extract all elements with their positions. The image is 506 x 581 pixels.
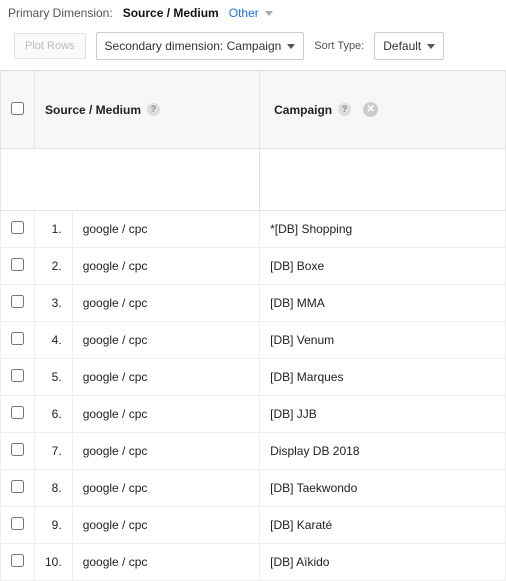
row-source-medium[interactable]: google / cpc	[72, 359, 259, 396]
row-campaign[interactable]: *[DB] Shopping	[260, 211, 506, 248]
primary-dimension-other[interactable]: Other	[229, 6, 273, 20]
row-campaign[interactable]: [DB] Aïkido	[260, 544, 506, 581]
row-checkbox-cell[interactable]	[1, 359, 35, 396]
row-campaign[interactable]: [DB] Karaté	[260, 507, 506, 544]
help-icon[interactable]: ?	[338, 103, 351, 116]
row-number: 2.	[35, 248, 73, 285]
campaign-header-label: Campaign	[274, 103, 332, 117]
table-row: 2.google / cpc[DB] Boxe	[1, 248, 506, 285]
help-icon[interactable]: ?	[147, 103, 160, 116]
summary-row	[1, 149, 506, 211]
row-number: 1.	[35, 211, 73, 248]
sort-type-value: Default	[383, 39, 421, 53]
row-checkbox-cell[interactable]	[1, 211, 35, 248]
table-row: 5.google / cpc[DB] Marques	[1, 359, 506, 396]
row-source-medium[interactable]: google / cpc	[72, 396, 259, 433]
row-checkbox[interactable]	[11, 295, 24, 308]
source-medium-header[interactable]: Source / Medium ?	[35, 71, 260, 149]
row-number: 3.	[35, 285, 73, 322]
row-checkbox-cell[interactable]	[1, 248, 35, 285]
row-campaign[interactable]: [DB] Boxe	[260, 248, 506, 285]
controls-bar: Plot Rows Secondary dimension: Campaign …	[0, 28, 506, 70]
select-all-header[interactable]	[1, 71, 35, 149]
row-source-medium[interactable]: google / cpc	[72, 544, 259, 581]
row-checkbox-cell[interactable]	[1, 322, 35, 359]
row-campaign[interactable]: [DB] JJB	[260, 396, 506, 433]
sort-type-label: Sort Type:	[314, 40, 364, 52]
table-row: 8.google / cpc[DB] Taekwondo	[1, 470, 506, 507]
row-checkbox-cell[interactable]	[1, 396, 35, 433]
row-campaign[interactable]: [DB] Marques	[260, 359, 506, 396]
table-row: 6.google / cpc[DB] JJB	[1, 396, 506, 433]
row-number: 10.	[35, 544, 73, 581]
row-source-medium[interactable]: google / cpc	[72, 285, 259, 322]
row-campaign[interactable]: [DB] Venum	[260, 322, 506, 359]
row-number: 7.	[35, 433, 73, 470]
row-source-medium[interactable]: google / cpc	[72, 248, 259, 285]
row-checkbox-cell[interactable]	[1, 507, 35, 544]
campaign-header[interactable]: Campaign ? ✕	[260, 71, 506, 149]
row-checkbox[interactable]	[11, 480, 24, 493]
source-medium-header-label: Source / Medium	[45, 103, 141, 117]
row-checkbox[interactable]	[11, 258, 24, 271]
row-campaign[interactable]: [DB] Taekwondo	[260, 470, 506, 507]
table-row: 7.google / cpcDisplay DB 2018	[1, 433, 506, 470]
table-row: 1.google / cpc*[DB] Shopping	[1, 211, 506, 248]
row-checkbox[interactable]	[11, 406, 24, 419]
table-row: 9.google / cpc[DB] Karaté	[1, 507, 506, 544]
row-checkbox-cell[interactable]	[1, 285, 35, 322]
select-all-checkbox[interactable]	[11, 102, 24, 115]
row-source-medium[interactable]: google / cpc	[72, 211, 259, 248]
row-checkbox[interactable]	[11, 369, 24, 382]
row-campaign[interactable]: [DB] MMA	[260, 285, 506, 322]
row-checkbox[interactable]	[11, 221, 24, 234]
other-link-label: Other	[229, 6, 259, 20]
row-checkbox[interactable]	[11, 554, 24, 567]
chevron-down-icon	[427, 44, 435, 49]
row-source-medium[interactable]: google / cpc	[72, 322, 259, 359]
row-number: 6.	[35, 396, 73, 433]
table-row: 4.google / cpc[DB] Venum	[1, 322, 506, 359]
primary-dimension-label: Primary Dimension:	[8, 6, 113, 20]
row-number: 9.	[35, 507, 73, 544]
primary-dimension-bar: Primary Dimension: Source / Medium Other	[0, 0, 506, 28]
row-number: 4.	[35, 322, 73, 359]
row-number: 5.	[35, 359, 73, 396]
row-checkbox[interactable]	[11, 443, 24, 456]
secondary-dimension-select[interactable]: Secondary dimension: Campaign	[96, 32, 305, 60]
row-checkbox[interactable]	[11, 332, 24, 345]
chevron-down-icon	[287, 44, 295, 49]
primary-dimension-value[interactable]: Source / Medium	[123, 6, 219, 20]
row-checkbox-cell[interactable]	[1, 433, 35, 470]
table-row: 3.google / cpc[DB] MMA	[1, 285, 506, 322]
row-checkbox-cell[interactable]	[1, 470, 35, 507]
row-source-medium[interactable]: google / cpc	[72, 507, 259, 544]
table-row: 10.google / cpc[DB] Aïkido	[1, 544, 506, 581]
row-number: 8.	[35, 470, 73, 507]
row-source-medium[interactable]: google / cpc	[72, 433, 259, 470]
data-table: Source / Medium ? Campaign ? ✕ 1.google …	[0, 70, 506, 581]
secondary-dimension-label: Secondary dimension: Campaign	[105, 39, 282, 53]
close-icon[interactable]: ✕	[363, 102, 378, 117]
chevron-down-icon	[265, 11, 273, 16]
row-checkbox-cell[interactable]	[1, 544, 35, 581]
row-checkbox[interactable]	[11, 517, 24, 530]
plot-rows-button: Plot Rows	[14, 33, 86, 59]
sort-type-select[interactable]: Default	[374, 32, 444, 60]
row-campaign[interactable]: Display DB 2018	[260, 433, 506, 470]
row-source-medium[interactable]: google / cpc	[72, 470, 259, 507]
